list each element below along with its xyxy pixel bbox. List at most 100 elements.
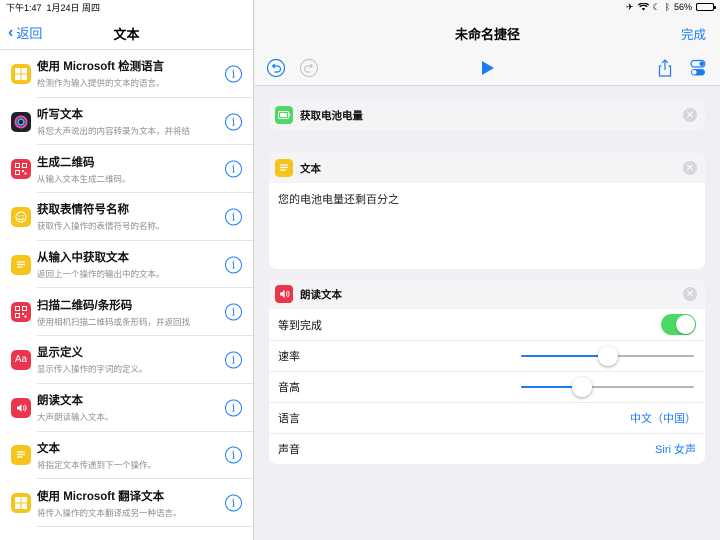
microsoft-icon [11, 493, 31, 514]
editor-toolbar [255, 50, 720, 86]
settings-toggle-icon[interactable] [688, 58, 708, 78]
action-text: 扫描二维码/条形码 使用相机扫描二维码或条形码，并返回找 [37, 297, 217, 328]
battery-status-icon [696, 3, 716, 11]
wait-row: 等到完成 [269, 309, 705, 340]
wait-until-finished-toggle[interactable] [661, 314, 696, 335]
action-subtitle: 将传入操作的文本翻译成另一种语言。 [37, 507, 182, 518]
info-icon[interactable]: i [225, 303, 242, 321]
speak-action-card[interactable]: 朗读文本 ✕ 等到完成 速率 音高 语言 中文（中国） 声音 Siri 女声 [269, 279, 705, 464]
action-text: 显示定义显示传入操作的字词的定义。 [37, 344, 217, 375]
action-text: 使用 Microsoft 检测语言 检测作为输入提供的文本的语言。 [37, 58, 217, 89]
share-icon[interactable] [655, 58, 675, 78]
battery-percent: 56% [673, 2, 692, 12]
pitch-label: 音高 [278, 382, 300, 394]
text-content-field[interactable]: 您的电池电量还剩百分之 [269, 183, 705, 269]
info-icon[interactable]: i [225, 256, 242, 274]
list-item[interactable]: 朗读文本 大声朗读输入文本。 i [0, 384, 253, 432]
language-row[interactable]: 语言 中文（中国） [269, 402, 705, 433]
dictionary-icon: Aa [11, 349, 31, 370]
voice-value[interactable]: Siri 女声 [655, 441, 696, 457]
card-title: 获取电池电量 [300, 109, 363, 122]
rate-row: 速率 [269, 340, 705, 371]
status-bar: 下午1:47 1月24日 周四 ✈ ☾ ᛒ 56% [0, 0, 720, 14]
list-item[interactable]: 从输入中获取文本 返回上一个操作的输出中的文本。 i [0, 241, 253, 289]
action-subtitle: 从输入文本生成二维码。 [37, 173, 131, 184]
language-value[interactable]: 中文（中国） [630, 410, 696, 426]
card-title: 朗读文本 [300, 288, 342, 301]
action-text: 朗读文本 大声朗读输入文本。 [37, 392, 217, 423]
info-icon[interactable]: i [225, 446, 242, 464]
list-item[interactable]: 听写文本将您大声说出的内容转录为文本，并将结 i [0, 98, 253, 146]
speaker-icon [275, 285, 293, 303]
list-item[interactable]: 生成二维码从输入文本生成二维码。 i [0, 145, 253, 193]
action-text: 文本将指定文本传递到下一个操作。 [37, 440, 217, 471]
shortcut-title: 未命名捷径 [454, 27, 520, 42]
emoji-icon [11, 206, 31, 227]
text-icon [11, 254, 31, 275]
action-text: 从输入中获取文本 返回上一个操作的输出中的文本。 [37, 249, 217, 280]
card-title: 文本 [300, 162, 321, 175]
redo-icon[interactable] [299, 58, 319, 78]
workflow-canvas: 获取电池电量 ✕ 文本 ✕ 您的电池电量还剩百分之 朗读文本 ✕ 等到完成 速率… [255, 86, 720, 540]
action-subtitle: 获取传入操作的表情符号的名称。 [37, 221, 165, 232]
remove-action-button[interactable]: ✕ [683, 108, 697, 122]
list-item[interactable]: 文本将指定文本传递到下一个操作。 i [0, 432, 253, 480]
action-text: 生成二维码从输入文本生成二维码。 [37, 154, 217, 185]
info-icon[interactable]: i [225, 494, 242, 512]
action-text: 获取表情符号名称获取传入操作的表情符号的名称。 [37, 201, 217, 232]
action-subtitle: 将指定文本传递到下一个操作。 [37, 459, 157, 470]
qr-code-icon [11, 159, 31, 180]
info-icon[interactable]: i [225, 399, 242, 417]
airplane-icon: ✈ [625, 1, 634, 12]
voice-label: 声音 [278, 444, 300, 456]
status-date: 1月24日 周四 [46, 2, 101, 13]
speak-options: 等到完成 速率 音高 语言 中文（中国） 声音 Siri 女声 [269, 309, 705, 464]
done-button[interactable]: 完成 [681, 24, 706, 43]
battery-icon [275, 106, 293, 124]
bluetooth-icon: ᛒ [664, 2, 670, 12]
action-title: 生成二维码 [37, 156, 95, 169]
language-label: 语言 [278, 413, 300, 425]
speaker-icon [11, 397, 31, 418]
remove-action-button[interactable]: ✕ [683, 287, 697, 301]
pitch-slider[interactable] [521, 377, 694, 397]
action-title: 使用 Microsoft 翻译文本 [37, 490, 165, 503]
siri-icon [11, 111, 31, 132]
moon-icon: ☾ [652, 1, 661, 12]
info-icon[interactable]: i [225, 208, 242, 226]
action-title: 文本 [37, 442, 60, 455]
wait-label: 等到完成 [278, 319, 322, 332]
undo-icon[interactable] [266, 58, 286, 78]
action-subtitle: 使用相机扫描二维码或条形码，并返回找 [37, 316, 191, 327]
card-header: 文本 ✕ [269, 153, 705, 183]
action-subtitle: 将您大声说出的内容转录为文本，并将结 [37, 126, 191, 137]
battery-action-card[interactable]: 获取电池电量 ✕ [269, 100, 705, 130]
list-item[interactable]: 使用 Microsoft 检测语言 检测作为输入提供的文本的语言。 i [0, 50, 253, 98]
wifi-icon [637, 3, 649, 11]
action-subtitle: 显示传入操作的字词的定义。 [37, 364, 148, 375]
info-icon[interactable]: i [225, 113, 242, 131]
play-icon[interactable] [477, 58, 497, 78]
voice-row[interactable]: 声音 Siri 女声 [269, 433, 705, 464]
rate-label: 速率 [278, 351, 300, 363]
info-icon[interactable]: i [225, 160, 242, 178]
info-icon[interactable]: i [225, 351, 242, 369]
remove-action-button[interactable]: ✕ [683, 161, 697, 175]
scan-qr-icon [11, 302, 31, 323]
rate-slider[interactable] [521, 346, 694, 366]
shortcut-editor: 未命名捷径 完成 获取电池电量 ✕ 文本 ✕ 您的电池电量还剩百分之 朗读文本 … [255, 0, 720, 540]
list-item[interactable]: 获取表情符号名称获取传入操作的表情符号的名称。 i [0, 193, 253, 241]
pitch-row: 音高 [269, 371, 705, 402]
list-item[interactable]: 扫描二维码/条形码 使用相机扫描二维码或条形码，并返回找 i [0, 288, 253, 336]
card-header: 朗读文本 ✕ [269, 279, 705, 309]
action-title: 使用 Microsoft 检测语言 [37, 61, 165, 74]
text-action-card[interactable]: 文本 ✕ 您的电池电量还剩百分之 [269, 153, 705, 269]
action-title: 显示定义 [37, 347, 83, 360]
action-title: 朗读文本 [37, 395, 83, 408]
list-item[interactable]: Aa 显示定义显示传入操作的字词的定义。 i [0, 336, 253, 384]
category-title: 文本 [113, 27, 140, 42]
action-title: 获取表情符号名称 [37, 204, 129, 217]
info-icon[interactable]: i [225, 65, 242, 83]
action-title: 听写文本 [37, 109, 83, 122]
list-item[interactable]: 使用 Microsoft 翻译文本将传入操作的文本翻译成另一种语言。 i [0, 479, 253, 527]
